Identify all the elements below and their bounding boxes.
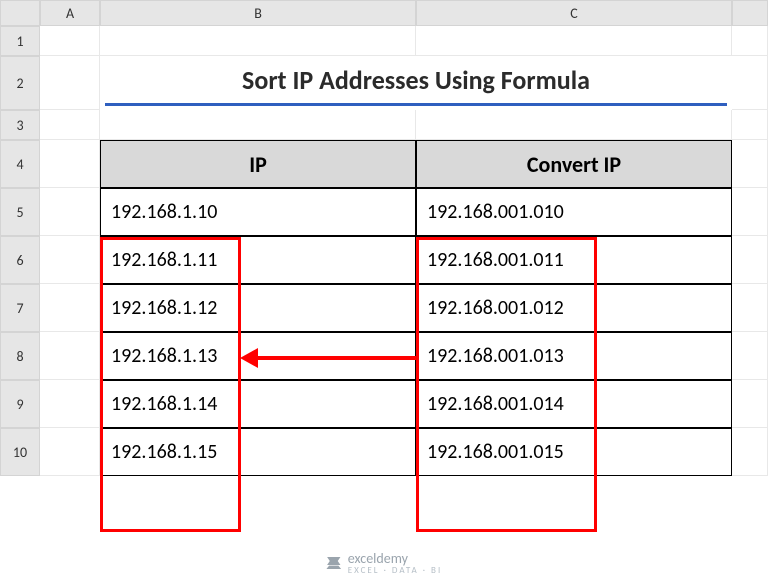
row-header-10[interactable]: 10	[0, 428, 40, 476]
logo-icon	[326, 555, 342, 571]
cell-a10[interactable]	[40, 428, 100, 476]
row-header-4[interactable]: 4	[0, 140, 40, 188]
table-row[interactable]: 192.168.001.013	[416, 332, 732, 380]
page-title: Sort IP Addresses Using Formula	[105, 56, 727, 106]
cell-d1[interactable]	[732, 26, 768, 56]
cell-d4[interactable]	[732, 140, 768, 188]
row-header-2[interactable]: 2	[0, 56, 40, 110]
cell-c3[interactable]	[416, 110, 732, 140]
cell-d5[interactable]	[732, 188, 768, 236]
cell-a2[interactable]	[40, 56, 100, 110]
cell-a6[interactable]	[40, 236, 100, 284]
row-header-7[interactable]: 7	[0, 284, 40, 332]
cell-d2[interactable]	[732, 56, 768, 110]
cell-a3[interactable]	[40, 110, 100, 140]
cell-a7[interactable]	[40, 284, 100, 332]
cell-d3[interactable]	[732, 110, 768, 140]
annotation-arrow	[258, 356, 416, 360]
table-row[interactable]: 192.168.1.10	[100, 188, 416, 236]
cell-d9[interactable]	[732, 380, 768, 428]
cell-d7[interactable]	[732, 284, 768, 332]
select-all-corner[interactable]	[0, 0, 40, 26]
row-header-9[interactable]: 9	[0, 380, 40, 428]
cell-a8[interactable]	[40, 332, 100, 380]
cell-d6[interactable]	[732, 236, 768, 284]
row-header-1[interactable]: 1	[0, 26, 40, 56]
cell-a9[interactable]	[40, 380, 100, 428]
table-header-ip[interactable]: IP	[100, 140, 416, 188]
cell-d10[interactable]	[732, 428, 768, 476]
watermark-sub: EXCEL · DATA · BI	[348, 565, 442, 576]
cell-b3[interactable]	[100, 110, 416, 140]
arrow-left-icon	[240, 348, 258, 368]
table-row[interactable]: 192.168.001.011	[416, 236, 732, 284]
watermark: exceldemy EXCEL · DATA · BI	[326, 550, 442, 576]
cell-a5[interactable]	[40, 188, 100, 236]
table-row[interactable]: 192.168.001.015	[416, 428, 732, 476]
table-row[interactable]: 192.168.1.14	[100, 380, 416, 428]
row-header-6[interactable]: 6	[0, 236, 40, 284]
table-row[interactable]: 192.168.1.12	[100, 284, 416, 332]
cell-a1[interactable]	[40, 26, 100, 56]
row-header-8[interactable]: 8	[0, 332, 40, 380]
cell-b1[interactable]	[100, 26, 416, 56]
table-row[interactable]: 192.168.1.11	[100, 236, 416, 284]
cell-a4[interactable]	[40, 140, 100, 188]
cell-d8[interactable]	[732, 332, 768, 380]
col-header-c[interactable]: C	[416, 0, 732, 26]
spreadsheet-grid: A B C 1 2 Sort IP Addresses Using Formul…	[0, 0, 768, 476]
col-header-b[interactable]: B	[100, 0, 416, 26]
row-header-3[interactable]: 3	[0, 110, 40, 140]
table-header-convert[interactable]: Convert IP	[416, 140, 732, 188]
cell-c1[interactable]	[416, 26, 732, 56]
table-row[interactable]: 192.168.001.012	[416, 284, 732, 332]
row-header-5[interactable]: 5	[0, 188, 40, 236]
table-row[interactable]: 192.168.1.15	[100, 428, 416, 476]
table-row[interactable]: 192.168.001.010	[416, 188, 732, 236]
col-header-a[interactable]: A	[40, 0, 100, 26]
col-header-extra[interactable]	[732, 0, 768, 26]
table-row[interactable]: 192.168.001.014	[416, 380, 732, 428]
